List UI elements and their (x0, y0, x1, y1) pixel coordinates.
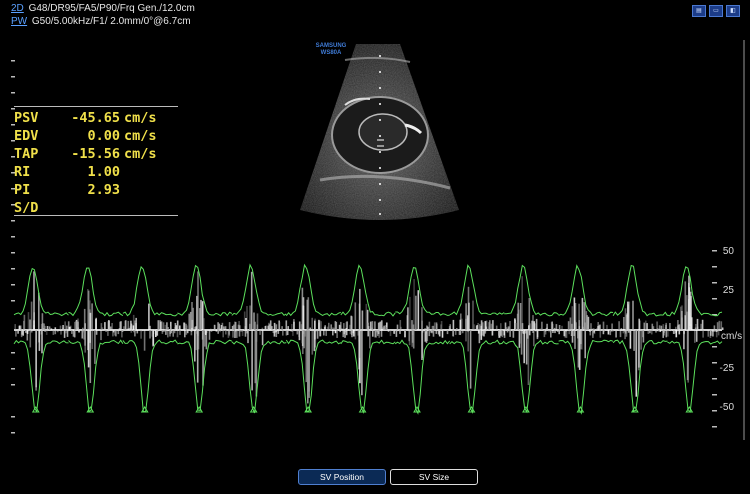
envelope-trace-forward (231, 263, 287, 316)
envelope-trace-forward (13, 267, 69, 317)
velocity-tick-label: 25 (722, 285, 734, 296)
doppler-beat (68, 267, 125, 413)
envelope-trace-reverse (340, 339, 396, 414)
doppler-beat (612, 264, 669, 413)
doppler-beat (122, 265, 179, 413)
scale-tick (712, 346, 717, 348)
velocity-tick-label: 50 (722, 246, 734, 257)
doppler-beat (340, 264, 396, 414)
doppler-spectrum (13, 250, 724, 428)
doppler-beat (449, 264, 506, 415)
envelope-trace-reverse (231, 340, 287, 414)
envelope-trace-forward (504, 264, 559, 317)
envelope-trace-forward (285, 263, 341, 317)
envelope-trace-forward (340, 264, 396, 317)
sv-position-button[interactable]: SV Position (298, 469, 386, 485)
scale-tick (712, 426, 717, 428)
velocity-tick-label: -25 (719, 363, 734, 374)
scale-tick (712, 362, 717, 364)
envelope-trace-forward (177, 264, 233, 317)
envelope-trace-forward (68, 267, 124, 317)
scale-tick (712, 410, 717, 412)
scale-tick (712, 266, 717, 268)
doppler-beat (13, 267, 70, 413)
doppler-beat (285, 263, 342, 413)
envelope-trace-reverse (612, 339, 668, 412)
envelope-trace-forward (612, 264, 668, 317)
scale-tick (712, 378, 717, 380)
envelope-trace-forward (122, 265, 178, 317)
scale-tick (712, 298, 717, 300)
envelope-trace-reverse (667, 340, 723, 413)
envelope-trace-forward (449, 264, 505, 316)
envelope-trace-forward (667, 266, 723, 317)
envelope-trace-reverse (177, 339, 232, 411)
scale-tick (712, 394, 717, 396)
softkey-bar: SV Position SV Size (298, 469, 478, 485)
envelope-trace-reverse (503, 339, 559, 414)
envelope-trace-reverse (122, 339, 178, 413)
doppler-beat (177, 264, 234, 413)
velocity-unit-label: cm/s (721, 331, 743, 342)
scale-tick (712, 250, 717, 252)
doppler-beat (394, 267, 451, 415)
doppler-beat (558, 264, 614, 415)
scale-tick (712, 282, 717, 284)
sv-size-button[interactable]: SV Size (390, 469, 478, 485)
velocity-tick-label: -50 (719, 402, 734, 413)
doppler-beat (231, 263, 288, 414)
doppler-beat (503, 264, 560, 414)
doppler-beat (667, 266, 724, 413)
envelope-trace-reverse (449, 339, 505, 415)
